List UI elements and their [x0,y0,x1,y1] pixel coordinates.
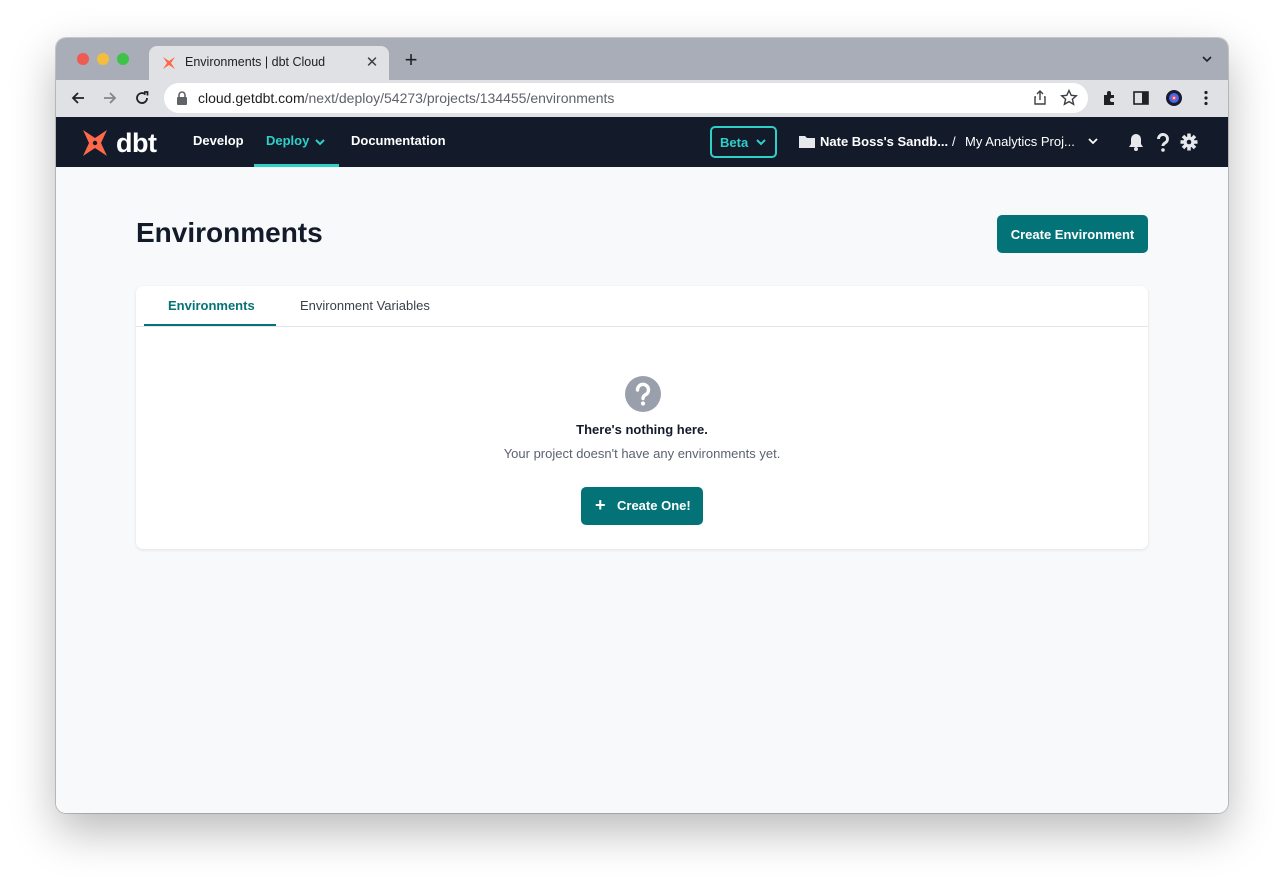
browser-window: Environments | dbt Cloud ✕ + cloud.getdb… [56,38,1228,813]
environments-card: Environments Environment Variables There… [136,286,1148,549]
address-bar[interactable]: cloud.getdbt.com/next/deploy/54273/proje… [164,83,1088,113]
folder-icon [799,136,815,148]
nav-deploy-label: Deploy [266,133,310,148]
bookmark-star-icon[interactable] [1059,88,1079,108]
chevron-down-icon [756,139,766,146]
page-title: Environments [136,217,323,248]
share-icon[interactable] [1030,88,1050,108]
browser-toolbar: cloud.getdbt.com/next/deploy/54273/proje… [56,80,1228,117]
nav-deploy[interactable]: Deploy [266,133,309,148]
empty-state-subtitle: Your project doesn't have any environmen… [503,446,781,461]
tab-bar: Environments Environment Variables [136,286,1148,327]
app-navbar: dbt Develop Deploy Documentation Beta Na… [56,117,1228,167]
dbt-logo[interactable]: dbt [80,127,160,159]
breadcrumb-separator: / [952,134,956,149]
empty-state-title: There's nothing here. [576,422,708,437]
account-selector[interactable]: Nate Boss's Sandb... [820,134,948,149]
maximize-window-button[interactable] [117,53,129,65]
reload-icon[interactable] [132,88,152,108]
chevron-down-icon[interactable] [1087,136,1099,146]
dbt-logo-icon [83,130,107,156]
url-text: cloud.getdbt.com/next/deploy/54273/proje… [198,90,615,106]
browser-menu-icon[interactable] [1196,88,1216,108]
new-tab-icon[interactable]: + [401,49,421,71]
plus-icon: + [595,495,606,515]
extensions-puzzle-icon[interactable] [1100,88,1120,108]
help-question-icon[interactable] [1153,132,1173,152]
close-window-button[interactable] [77,53,89,65]
side-panel-icon[interactable] [1131,88,1151,108]
nav-documentation[interactable]: Documentation [351,133,446,148]
project-selector[interactable]: My Analytics Proj... [965,134,1075,149]
back-arrow-icon[interactable] [68,88,88,108]
beta-dropdown[interactable]: Beta [710,126,777,158]
tab-active-indicator [144,324,276,326]
browser-tab[interactable]: Environments | dbt Cloud ✕ [149,46,389,80]
lock-icon [177,91,187,105]
bell-icon[interactable] [1126,132,1146,152]
browser-tabstrip: Environments | dbt Cloud ✕ + [56,38,1228,80]
tab-search-chevron-icon[interactable] [1200,52,1214,66]
close-tab-icon[interactable]: ✕ [363,54,381,72]
tab-environments[interactable]: Environments [168,298,255,313]
chevron-down-icon [315,139,325,146]
gear-icon[interactable] [1179,132,1199,152]
create-environment-button[interactable]: Create Environment [997,215,1148,253]
profile-avatar-icon[interactable] [1164,88,1184,108]
question-circle-icon [625,376,661,412]
beta-label: Beta [720,135,749,150]
nav-develop[interactable]: Develop [193,133,244,148]
minimize-window-button[interactable] [97,53,109,65]
dbt-favicon-icon [163,57,175,69]
tab-environment-variables[interactable]: Environment Variables [300,298,430,313]
create-one-button[interactable]: + Create One! [581,487,703,525]
forward-arrow-icon[interactable] [100,88,120,108]
dbt-logo-text: dbt [116,128,157,158]
create-one-label: Create One! [617,498,691,513]
page-content: Environments Create Environment Environm… [56,167,1228,813]
browser-tab-title: Environments | dbt Cloud [185,55,326,69]
